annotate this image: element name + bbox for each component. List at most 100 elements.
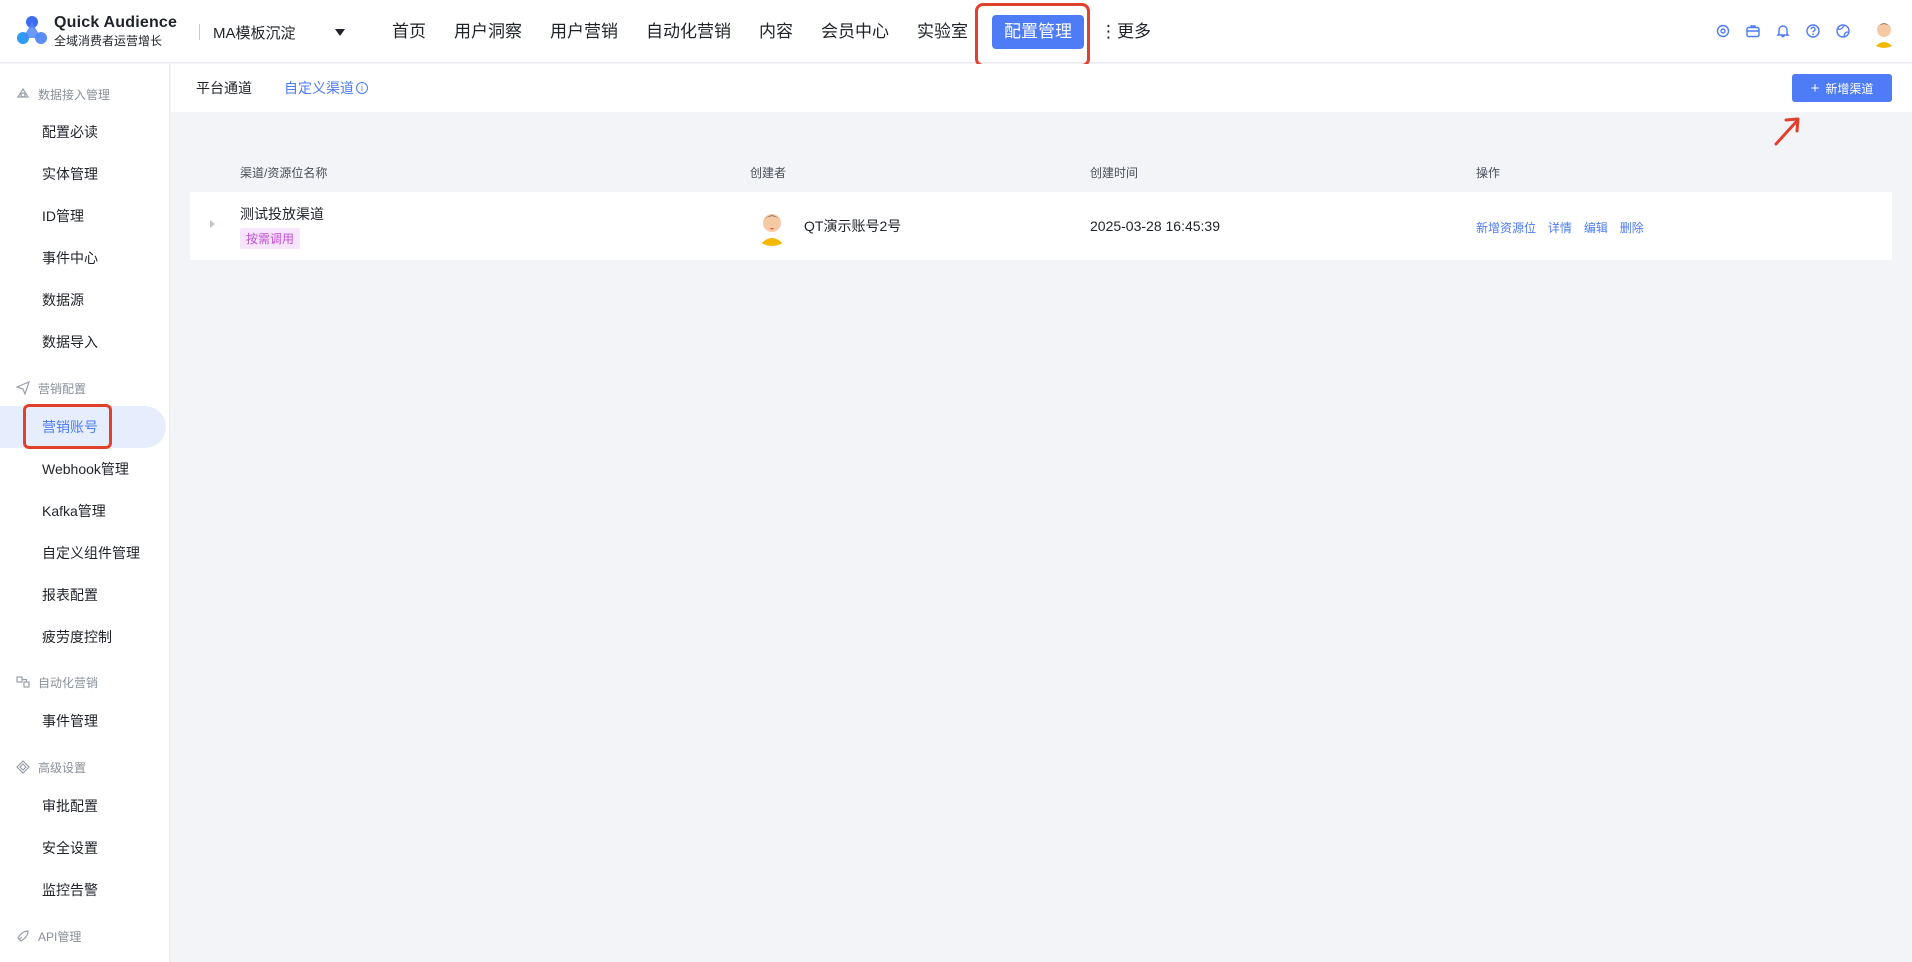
creator-name: QT演示账号2号 [804,218,902,234]
nav-member-center[interactable]: 会员中心 [807,15,903,49]
info-icon: i [356,82,368,94]
header-created-at: 创建时间 [1090,165,1139,180]
sidebar-item-label: 数据导入 [42,334,98,350]
nav-config-management[interactable]: 配置管理 [992,14,1084,49]
user-avatar[interactable] [1868,16,1900,48]
plus-icon: + [1810,79,1820,97]
sidebar-item-label: 营销账号 [42,419,98,435]
sidebar-item-custom-component[interactable]: 自定义组件管理 [0,532,169,574]
sidebar-item-security[interactable]: 安全设置 [0,827,169,869]
nav-auto-marketing[interactable]: 自动化营销 [632,15,745,49]
settings-icon[interactable] [1712,20,1734,42]
nav-user-marketing[interactable]: 用户营销 [536,15,632,49]
channel-table: 渠道/资源位名称 创建者 创建时间 操作 测试投放渠道 按需调用 QT演示账号2… [190,152,1892,260]
sidebar-item-label: 实体管理 [42,166,98,182]
nav-lab[interactable]: 实验室 [903,15,982,49]
sidebar-item-fatigue-control[interactable]: 疲劳度控制 [0,616,169,658]
sidebar-group-label: 营销配置 [38,381,87,396]
help-icon[interactable] [1802,20,1824,42]
header-icons [1704,20,1854,42]
add-channel-label: 新增渠道 [1825,81,1874,96]
sidebar-item-datasource[interactable]: 数据源 [0,279,169,321]
bell-icon[interactable] [1772,20,1794,42]
sidebar-item-monitor-alert[interactable]: 监控告警 [0,869,169,911]
sidebar-item-event-management[interactable]: 事件管理 [0,700,169,742]
sidebar-item-label: 事件中心 [42,250,98,266]
add-channel-button[interactable]: + 新增渠道 [1792,74,1892,102]
header-ops: 操作 [1476,165,1501,180]
briefcase-icon[interactable] [1742,20,1764,42]
brand[interactable]: Quick Audience 全域消费者运营增长 [16,14,177,48]
edit-link[interactable]: 编辑 [1584,221,1608,235]
sidebar-item-label: Kafka管理 [42,503,106,519]
channel-tabs: 平台通道 自定义渠道 i [171,64,1912,112]
nav-content[interactable]: 内容 [745,15,807,49]
sidebar: 数据接入管理 配置必读 实体管理 ID管理 事件中心 数据源 数据导入 营销配置… [0,64,170,962]
nav-more[interactable]: ⋮更多 [1096,15,1155,49]
header-creator: 创建者 [750,165,787,180]
sidebar-item-label: Webhook管理 [42,461,129,477]
nav-home[interactable]: 首页 [378,15,440,49]
detail-link[interactable]: 详情 [1548,221,1572,235]
ops-cell: 新增资源位 详情 编辑 删除 [1476,219,1652,236]
workspace-label: MA模板沉淀 [213,24,296,42]
send-icon [16,381,30,395]
cloud-icon [16,87,30,98]
sidebar-item-entity[interactable]: 实体管理 [0,153,169,195]
sidebar-item-label: 报表配置 [42,587,98,603]
creator-cell: QT演示账号2号 [752,206,901,246]
globe-icon[interactable] [1832,20,1854,42]
channel-name-cell: 测试投放渠道 按需调用 [240,204,324,249]
main-nav: 首页 用户洞察 用户营销 自动化营销 内容 会员中心 实验室 配置管理 ⋮更多 [378,0,1155,63]
sidebar-group-advanced: 高级设置 [0,753,86,781]
sidebar-item-label: 自定义组件管理 [42,545,140,561]
sidebar-item-report-config[interactable]: 报表配置 [0,574,169,616]
workspace-selector[interactable]: MA模板沉淀 [213,19,353,45]
channel-name[interactable]: 测试投放渠道 [240,204,324,224]
sidebar-group-label: API管理 [38,929,82,944]
tab-custom-channel[interactable]: 自定义渠道 i [252,78,368,98]
sidebar-group-marketing-config: 营销配置 [0,374,86,402]
created-at: 2025-03-28 16:45:39 [1090,218,1220,234]
delete-link[interactable]: 删除 [1620,221,1644,235]
brand-subtitle: 全域消费者运营增长 [54,34,163,48]
tab-custom-channel-label: 自定义渠道 [284,80,354,96]
sidebar-group-label: 自动化营销 [38,675,99,690]
sidebar-item-webhook[interactable]: Webhook管理 [0,448,169,490]
sidebar-group-label: 数据接入管理 [38,87,111,102]
nav-user-insight[interactable]: 用户洞察 [440,15,536,49]
sidebar-item-label: 监控告警 [42,882,98,898]
diamond-icon [16,760,30,774]
sidebar-item-label: 事件管理 [42,713,98,729]
sidebar-item-id[interactable]: ID管理 [0,195,169,237]
sidebar-item-kafka[interactable]: Kafka管理 [0,490,169,532]
brand-divider [199,24,200,40]
add-resource-link[interactable]: 新增资源位 [1476,221,1536,235]
caret-down-icon [335,28,345,36]
sidebar-group-data-access: 数据接入管理 [0,80,110,108]
sidebar-item-config-readme[interactable]: 配置必读 [0,111,169,153]
table-row: 测试投放渠道 按需调用 QT演示账号2号 2025-03-28 16:45:39… [190,192,1892,260]
sidebar-item-label: 数据源 [42,292,84,308]
rocket-icon [17,930,29,942]
sidebar-item-label: 审批配置 [42,798,98,814]
sidebar-group-auto-marketing: 自动化营销 [0,668,98,696]
sidebar-item-event-center[interactable]: 事件中心 [0,237,169,279]
header-name: 渠道/资源位名称 [240,165,328,180]
sidebar-item-data-import[interactable]: 数据导入 [0,321,169,363]
arrow-annotation-icon [1774,117,1800,146]
top-header: Quick Audience 全域消费者运营增长 MA模板沉淀 首页 用户洞察 … [0,0,1912,67]
sidebar-group-label: 高级设置 [38,760,87,775]
sidebar-item-label: 配置必读 [42,124,98,140]
brand-name: Quick Audience [54,14,178,31]
brand-logo-icon [17,16,47,44]
flow-icon [16,676,30,688]
tab-platform-channel[interactable]: 平台通道 [171,78,252,98]
sidebar-item-label: ID管理 [42,208,84,224]
sidebar-item-approval[interactable]: 审批配置 [0,785,169,827]
sidebar-item-label: 疲劳度控制 [42,629,112,645]
expand-row-icon[interactable] [210,220,215,228]
sidebar-item-marketing-account[interactable]: 营销账号 [0,406,166,448]
status-badge: 按需调用 [240,228,301,249]
sidebar-group-api: API管理 [0,922,81,950]
